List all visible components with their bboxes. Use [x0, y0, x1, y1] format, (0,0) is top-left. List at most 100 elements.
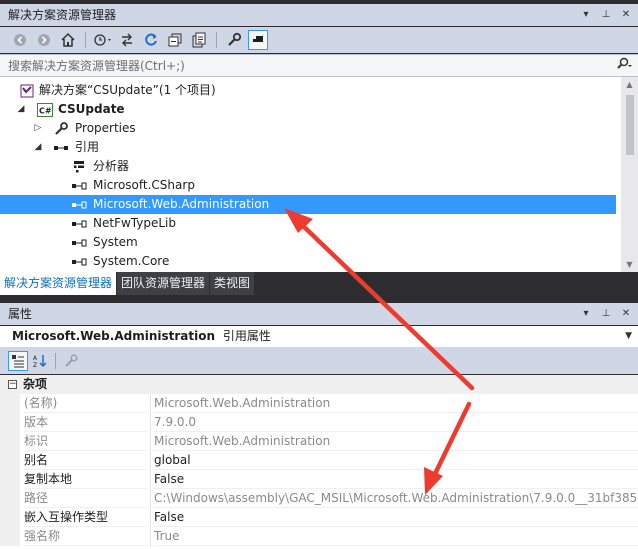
- chevron-down-icon[interactable]: ▼: [625, 326, 632, 347]
- property-name: 路径: [24, 489, 148, 508]
- toolbar-separator: [55, 353, 56, 369]
- reference-icon: [71, 216, 87, 232]
- tree-item-reference[interactable]: Microsoft.CSharp: [0, 176, 616, 195]
- pin-icon[interactable]: ⊥: [600, 4, 612, 26]
- toolbar-separator: [216, 32, 217, 48]
- tree-item-reference-selected[interactable]: Microsoft.Web.Administration: [0, 195, 616, 214]
- csharp-project-icon: C#: [37, 102, 53, 118]
- tree-item-solution[interactable]: 解决方案“CSUpdate”(1 个项目): [0, 81, 616, 100]
- sync-with-active-document-icon[interactable]: [117, 30, 137, 50]
- alphabetical-icon[interactable]: AZ: [30, 351, 50, 371]
- preview-selected-items-icon[interactable]: [248, 30, 268, 50]
- tree-item-reference[interactable]: System: [0, 233, 616, 252]
- tree-item-label: Microsoft.CSharp: [93, 178, 195, 192]
- property-row[interactable]: 路径 C:\Windows\assembly\GAC_MSIL\Microsof…: [0, 489, 638, 508]
- tree-item-label: 分析器: [93, 159, 130, 173]
- row-gutter: [0, 394, 20, 413]
- property-row[interactable]: (名称) Microsoft.Web.Administration: [0, 394, 638, 413]
- column-separator: [150, 451, 151, 470]
- categorized-icon[interactable]: [8, 351, 28, 371]
- properties-wrench-icon[interactable]: [224, 30, 244, 50]
- property-row[interactable]: 标识 Microsoft.Web.Administration: [0, 432, 638, 451]
- collapsed-arrow-icon[interactable]: ▷: [33, 119, 43, 138]
- pin-icon[interactable]: ⊥: [600, 303, 612, 325]
- property-grid: − 杂项 (名称) Microsoft.Web.Administration 版本…: [0, 375, 638, 549]
- tree-item-reference[interactable]: NetFwTypeLib: [0, 214, 616, 233]
- property-value: Microsoft.Web.Administration: [154, 432, 638, 451]
- tree-item-label: System: [93, 235, 138, 249]
- close-icon[interactable]: ✕: [620, 303, 632, 325]
- tree-item-reference[interactable]: System.Core: [0, 252, 616, 271]
- collapse-all-icon[interactable]: [165, 30, 185, 50]
- property-value: True: [154, 527, 638, 546]
- row-gutter: [0, 413, 20, 432]
- solution-explorer-search: [0, 54, 638, 77]
- tree-scrollbar[interactable]: ▲ ▼: [621, 77, 638, 272]
- tree-item-references[interactable]: ◢ 引用: [0, 138, 616, 157]
- property-row[interactable]: 别名 global: [0, 451, 638, 470]
- svg-text:C#: C#: [39, 107, 52, 116]
- property-name: 强名称: [24, 527, 148, 546]
- reference-icon: [71, 197, 87, 213]
- properties-toolbar: AZ: [0, 348, 638, 374]
- expanded-arrow-icon[interactable]: ◢: [33, 138, 43, 157]
- reference-icon: [71, 235, 87, 251]
- property-name: 标识: [24, 432, 148, 451]
- dropdown-icon[interactable]: ▾: [580, 303, 592, 325]
- refresh-icon[interactable]: [141, 30, 161, 50]
- tree-item-label: System.Core: [93, 254, 170, 268]
- explorer-tab-strip: 解决方案资源管理器 团队资源管理器 类视图: [0, 272, 638, 295]
- column-separator: [150, 489, 151, 508]
- property-value[interactable]: global: [154, 451, 638, 470]
- tab-class-view[interactable]: 类视图: [210, 272, 255, 295]
- search-dropdown-icon[interactable]: [610, 57, 638, 75]
- scrollbar-thumb[interactable]: [626, 95, 634, 155]
- collapse-icon[interactable]: −: [8, 380, 17, 389]
- tree-item-label: 引用: [75, 140, 100, 154]
- row-gutter: [0, 451, 20, 470]
- properties-object-selector[interactable]: Microsoft.Web.Administration 引用属性 ▼: [0, 326, 638, 348]
- scroll-down-icon[interactable]: ▼: [625, 260, 634, 269]
- property-row[interactable]: 版本 7.9.0.0: [0, 413, 638, 432]
- close-icon[interactable]: ✕: [620, 4, 632, 26]
- column-separator: [150, 470, 151, 489]
- property-name: 版本: [24, 413, 148, 432]
- tree-item-label: Properties: [75, 121, 136, 135]
- scroll-up-icon[interactable]: ▲: [625, 80, 634, 89]
- pending-changes-filter-icon[interactable]: [93, 30, 113, 50]
- forward-icon[interactable]: [34, 30, 54, 50]
- row-gutter: [0, 508, 20, 527]
- property-name: (名称): [24, 394, 148, 413]
- tree-item-properties[interactable]: ▷ Properties: [0, 119, 616, 138]
- column-separator: [150, 394, 151, 413]
- property-category[interactable]: − 杂项: [0, 375, 638, 394]
- property-value[interactable]: False: [154, 470, 638, 489]
- tree-item-label: CSUpdate: [58, 102, 125, 116]
- object-type: 引用属性: [222, 329, 271, 343]
- search-input[interactable]: [8, 58, 610, 73]
- solution-explorer-title-bar: 解决方案资源管理器 ▾ ⊥ ✕: [0, 4, 638, 26]
- tree-item-analyzers[interactable]: 分析器: [0, 157, 616, 176]
- object-name: Microsoft.Web.Administration: [12, 329, 216, 343]
- tree-item-project[interactable]: ◢ C# CSUpdate: [0, 100, 616, 119]
- property-row[interactable]: 嵌入互操作类型 False: [0, 508, 638, 527]
- property-value[interactable]: False: [154, 508, 638, 527]
- solution-tree: 解决方案“CSUpdate”(1 个项目) ◢ C# CSUpdate ▷ Pr…: [0, 77, 638, 272]
- tab-solution-explorer[interactable]: 解决方案资源管理器: [0, 272, 117, 295]
- tab-team-explorer[interactable]: 团队资源管理器: [117, 272, 210, 295]
- property-row[interactable]: 强名称 True: [0, 527, 638, 546]
- back-icon[interactable]: [10, 30, 30, 50]
- home-icon[interactable]: [58, 30, 78, 50]
- property-name: 复制本地: [24, 470, 148, 489]
- expanded-arrow-icon[interactable]: ◢: [16, 100, 26, 119]
- row-gutter: [0, 527, 20, 546]
- svg-text:A: A: [33, 355, 38, 362]
- show-all-files-icon[interactable]: [189, 30, 209, 50]
- property-row[interactable]: 复制本地 False: [0, 470, 638, 489]
- references-icon: [53, 140, 69, 156]
- tree-item-label: Microsoft.Web.Administration: [93, 197, 270, 211]
- dropdown-icon[interactable]: ▾: [580, 4, 592, 26]
- column-separator: [150, 527, 151, 546]
- svg-text:Z: Z: [33, 362, 37, 368]
- property-pages-icon[interactable]: [61, 351, 81, 371]
